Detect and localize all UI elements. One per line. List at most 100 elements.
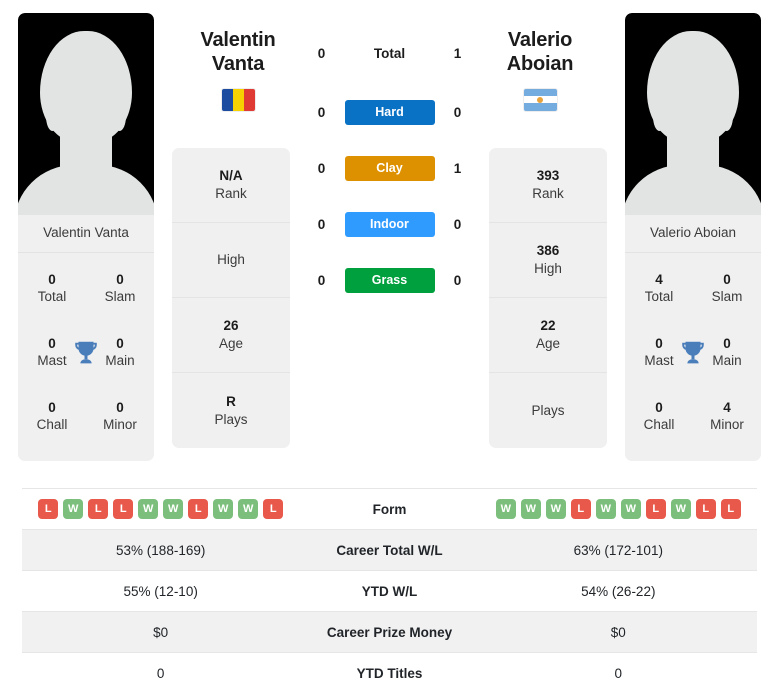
right-player-titles-grid: 4 Total 0 Slam 0 Mast 0 Main 0 Chall 4 M… bbox=[625, 253, 761, 461]
h2h-left-score: 0 bbox=[317, 160, 326, 176]
left-player-avatar bbox=[18, 13, 154, 215]
left-player-card: Valentin Vanta 0 Total 0 Slam 0 Mast 0 M… bbox=[18, 13, 154, 461]
left-player-heading[interactable]: Valentin Vanta bbox=[168, 28, 308, 111]
h2h-row-indoor: 0 Indoor 0 bbox=[290, 196, 489, 252]
h2h-surface-clay-pill[interactable]: Clay bbox=[344, 155, 435, 181]
form-badge-win[interactable]: W bbox=[238, 499, 259, 519]
flag-stripe-yellow bbox=[232, 88, 244, 111]
h2h-right-score: 1 bbox=[453, 160, 462, 176]
info-value: 22 bbox=[540, 318, 556, 334]
left-career-total-wl: 53% (188-169) bbox=[22, 529, 300, 571]
form-badge-loss[interactable]: L bbox=[695, 499, 716, 519]
form-badge-win[interactable]: W bbox=[545, 499, 566, 519]
title-stat-value: 0 bbox=[655, 400, 663, 416]
form-badge-win[interactable]: W bbox=[63, 499, 84, 519]
title-stat-label: Chall bbox=[643, 417, 675, 432]
right-career-prize-money: $0 bbox=[479, 611, 757, 653]
right-player-last-name: Aboian bbox=[506, 53, 574, 76]
h2h-row-clay: 0 Clay 1 bbox=[290, 140, 489, 196]
trophy-icon bbox=[678, 338, 708, 368]
title-stat-chall: 0 Chall bbox=[625, 400, 693, 434]
info-label: Rank bbox=[532, 186, 564, 201]
h2h-right-score: 0 bbox=[453, 272, 462, 288]
right-form-strip: WWWLWWLWLL bbox=[480, 499, 757, 519]
argentina-flag-icon bbox=[523, 88, 557, 111]
title-stat-value: 0 bbox=[723, 272, 731, 288]
row-label-ytd-wl: YTD W/L bbox=[299, 570, 480, 612]
form-badge-loss[interactable]: L bbox=[570, 499, 591, 519]
title-stat-label: Minor bbox=[103, 417, 137, 432]
left-form-cell: LWLLWWLWWL bbox=[22, 488, 300, 530]
info-high: 386 High bbox=[489, 223, 607, 298]
title-stat-value: 4 bbox=[655, 272, 663, 288]
avatar-body-shape bbox=[18, 165, 154, 215]
flag-band-lightblue-bottom bbox=[523, 103, 557, 111]
h2h-surface-indoor-pill[interactable]: Indoor bbox=[344, 211, 435, 237]
form-badge-win[interactable]: W bbox=[595, 499, 616, 519]
title-stat-total: 0 Total bbox=[18, 272, 86, 306]
trophy-icon bbox=[71, 338, 101, 368]
right-career-total-wl: 63% (172-101) bbox=[479, 529, 757, 571]
right-player-column: Valerio Aboian 4 Total 0 Slam 0 Mast 0 M… bbox=[607, 0, 779, 461]
form-badge-loss[interactable]: L bbox=[88, 499, 109, 519]
flag-stripe-red bbox=[243, 88, 255, 111]
right-player-heading[interactable]: Valerio Aboian bbox=[470, 28, 610, 111]
title-stat-total: 4 Total bbox=[625, 272, 693, 306]
left-player-titles-grid: 0 Total 0 Slam 0 Mast 0 Main 0 Chall 0 M… bbox=[18, 253, 154, 461]
h2h-row-grass: 0 Grass 0 bbox=[290, 252, 489, 308]
player-comparison-page: Valentin Vanta 0 Total 0 Slam 0 Mast 0 M… bbox=[0, 0, 779, 699]
info-age: 26 Age bbox=[172, 298, 290, 373]
form-badge-loss[interactable]: L bbox=[113, 499, 134, 519]
right-player-name-caption: Valerio Aboian bbox=[625, 215, 761, 253]
title-stat-label: Total bbox=[37, 289, 67, 304]
form-badge-loss[interactable]: L bbox=[645, 499, 666, 519]
form-badge-win[interactable]: W bbox=[213, 499, 234, 519]
h2h-right-score: 0 bbox=[453, 216, 462, 232]
table-row-career-prize-money: $0 Career Prize Money $0 bbox=[22, 611, 757, 653]
table-row-career-total-wl: 53% (188-169) Career Total W/L 63% (172-… bbox=[22, 529, 757, 571]
right-form-cell: WWWLWWLWLL bbox=[479, 488, 757, 530]
title-stat-value: 4 bbox=[723, 400, 731, 416]
h2h-surface-label: Total bbox=[373, 45, 406, 61]
left-form-strip: LWLLWWLWWL bbox=[22, 499, 299, 519]
info-plays: Plays bbox=[489, 373, 607, 448]
title-stat-value: 0 bbox=[116, 272, 124, 288]
row-label-form: Form bbox=[299, 488, 480, 530]
form-badge-win[interactable]: W bbox=[670, 499, 691, 519]
h2h-surface-hard-pill[interactable]: Hard bbox=[344, 99, 435, 125]
flag-band-lightblue-top bbox=[523, 88, 557, 97]
title-stat-label: Slam bbox=[711, 289, 743, 304]
form-badge-win[interactable]: W bbox=[138, 499, 159, 519]
sun-of-may-icon bbox=[537, 96, 543, 103]
h2h-left-score: 0 bbox=[317, 216, 326, 232]
info-rank: 393 Rank bbox=[489, 148, 607, 223]
title-stat-label: Minor bbox=[710, 417, 744, 432]
avatar-ear-left-shape bbox=[653, 101, 666, 131]
title-stat-minor: 0 Minor bbox=[86, 400, 154, 434]
info-high: High bbox=[172, 223, 290, 298]
info-value: 386 bbox=[536, 243, 560, 259]
comparison-stats-table: LWLLWWLWWL Form WWWLWWLWLL 53% (188-169)… bbox=[22, 488, 757, 694]
title-stat-minor: 4 Minor bbox=[693, 400, 761, 434]
form-badge-win[interactable]: W bbox=[620, 499, 641, 519]
info-label: High bbox=[217, 252, 245, 268]
form-badge-win[interactable]: W bbox=[495, 499, 516, 519]
right-player-card: Valerio Aboian 4 Total 0 Slam 0 Mast 0 M… bbox=[625, 13, 761, 461]
form-badge-loss[interactable]: L bbox=[188, 499, 209, 519]
title-stat-value: 0 bbox=[48, 272, 56, 288]
info-value: 26 bbox=[223, 318, 239, 334]
h2h-surface-grass-pill[interactable]: Grass bbox=[344, 267, 435, 293]
info-value: N/A bbox=[219, 168, 243, 184]
form-badge-loss[interactable]: L bbox=[720, 499, 741, 519]
form-badge-loss[interactable]: L bbox=[38, 499, 59, 519]
row-label-career-total-wl: Career Total W/L bbox=[299, 529, 480, 571]
info-label: High bbox=[534, 261, 562, 276]
titles-row: 0 Chall 0 Minor bbox=[18, 385, 154, 449]
table-row-form: LWLLWWLWWL Form WWWLWWLWLL bbox=[22, 488, 757, 530]
form-badge-loss[interactable]: L bbox=[263, 499, 284, 519]
form-badge-win[interactable]: W bbox=[163, 499, 184, 519]
form-badge-win[interactable]: W bbox=[520, 499, 541, 519]
avatar-body-shape bbox=[625, 165, 761, 215]
left-ytd-wl: 55% (12-10) bbox=[22, 570, 300, 612]
avatar-ear-right-shape bbox=[720, 101, 733, 131]
